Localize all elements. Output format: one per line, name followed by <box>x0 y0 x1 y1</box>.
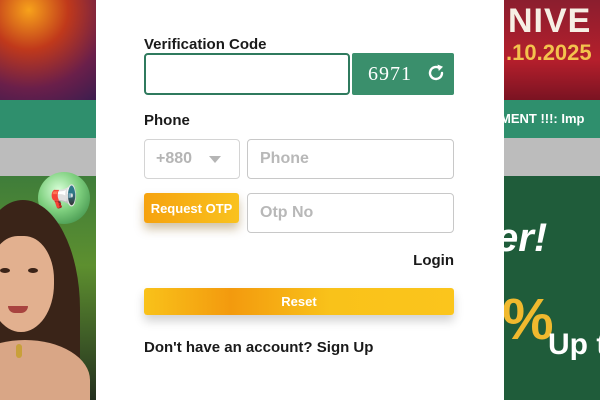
promo-model-earring <box>16 344 22 358</box>
background-gray-bar <box>504 138 600 176</box>
phone-label: Phone <box>144 112 190 129</box>
announcement-marquee: MENT !!!: Imp <box>500 111 585 126</box>
promo-model-eye <box>0 268 10 273</box>
reset-button[interactable]: Reset <box>144 288 454 315</box>
signup-prompt-row: Don't have an account? Sign Up <box>144 339 373 356</box>
verification-code-label: Verification Code <box>144 36 267 53</box>
signup-link[interactable]: Sign Up <box>317 339 374 356</box>
request-otp-button[interactable]: Request OTP <box>144 193 239 223</box>
phone-input[interactable] <box>247 139 454 179</box>
signup-prompt-text: Don't have an account? <box>144 339 313 356</box>
promo-percent: % <box>502 287 554 352</box>
verification-code-input[interactable] <box>144 53 350 95</box>
banner-date: .10.2025 <box>506 40 592 65</box>
captcha-box: 6971 <box>352 53 454 95</box>
country-code-value: +880 <box>156 150 193 167</box>
background-game-banner <box>0 0 96 100</box>
otp-input[interactable] <box>247 193 454 233</box>
megaphone-icon: 📢 <box>50 184 78 209</box>
captcha-code: 6971 <box>368 63 412 85</box>
forgot-password-modal: Verification Code 6971 Phone +880 Reques… <box>96 0 504 400</box>
promo-upto: Up t <box>548 328 600 361</box>
login-link[interactable]: Login <box>413 252 454 269</box>
refresh-icon[interactable] <box>426 63 446 83</box>
chevron-down-icon <box>209 156 221 163</box>
banner-title: NIVE <box>508 2 592 40</box>
background-right-panel: NIVE .10.2025 MENT !!!: Imp er! % Up t <box>496 0 600 400</box>
background-nav-band <box>0 100 96 138</box>
background-gray-bar <box>0 138 96 176</box>
background-left-panel: 📢 <box>0 0 96 400</box>
promo-model-eye <box>28 268 38 273</box>
country-code-select[interactable]: +880 <box>144 139 240 179</box>
